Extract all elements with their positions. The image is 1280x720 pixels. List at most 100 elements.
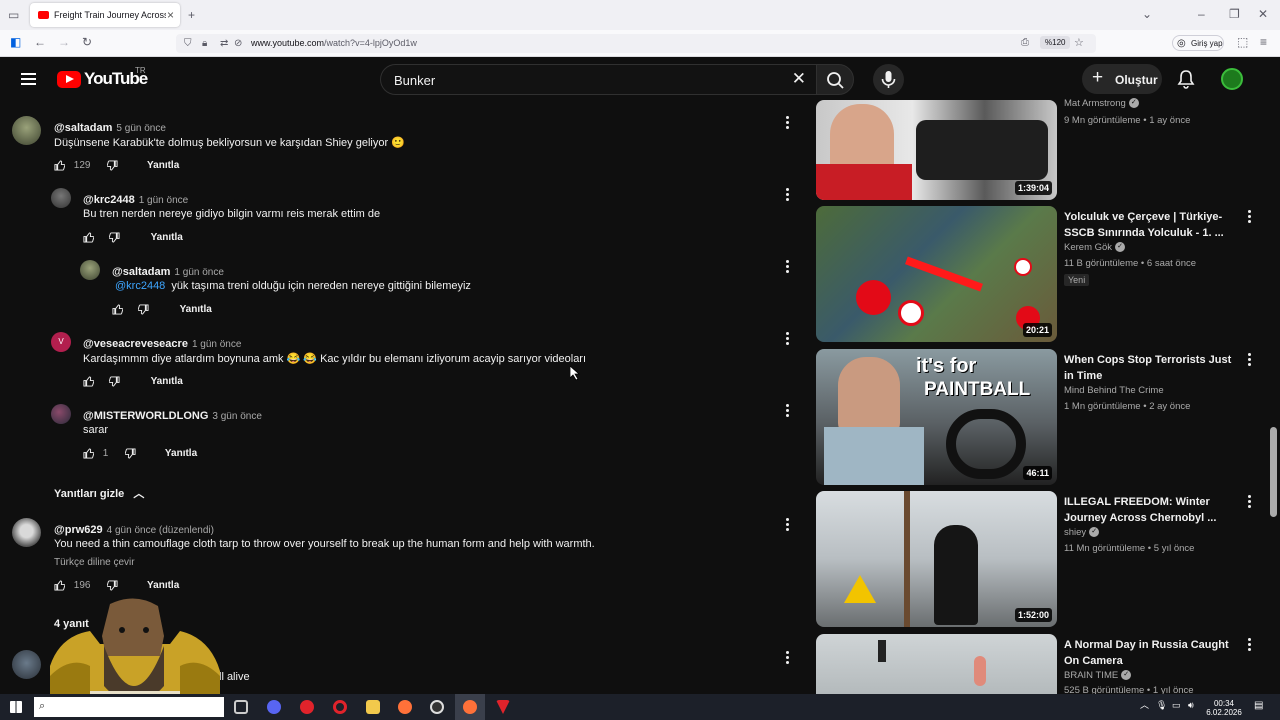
firefox-icon[interactable]	[398, 700, 412, 714]
avatar[interactable]	[51, 188, 71, 208]
reader-view-icon[interactable]: ⎙	[1021, 37, 1029, 49]
like-icon[interactable]	[83, 232, 94, 243]
reload-icon[interactable]: ↻	[82, 36, 92, 48]
page-scrollbar[interactable]	[1268, 57, 1280, 694]
recommended-video[interactable]: 1:39:04 Mat Armstrong ✓ 9 Mn görüntüleme …	[816, 64, 1280, 200]
sidebar-toggle-icon[interactable]: ◧	[10, 36, 21, 48]
video-title[interactable]: A Normal Day in Russia Caught On Camera	[1064, 637, 1242, 669]
channel-name[interactable]: Mat Armstrong ✓	[1064, 98, 1139, 109]
video-menu-icon[interactable]	[1247, 210, 1251, 224]
hamburger-menu-icon[interactable]	[21, 73, 36, 85]
tracking-shield-icon[interactable]: ⛉	[184, 38, 192, 50]
steam-icon[interactable]	[430, 700, 444, 714]
network-icon[interactable]: ▭	[1172, 701, 1181, 710]
tab-list-icon[interactable]: ▭	[8, 9, 19, 21]
recommended-video[interactable]: 20:21 Yolculuk ve Çerçeve | Türkiye-SSCB…	[816, 206, 1280, 342]
app-menu-icon[interactable]: ≡	[1260, 36, 1267, 48]
comment-menu-icon[interactable]	[785, 332, 789, 346]
reply-button[interactable]: Yanıtla	[165, 448, 197, 459]
windows-start-icon[interactable]	[10, 701, 22, 713]
lock-icon[interactable]: 🔒︎	[202, 38, 207, 50]
clear-search-icon[interactable]: ✕	[792, 69, 806, 89]
comment-menu-icon[interactable]	[785, 116, 789, 130]
video-thumbnail[interactable]: 1:39:04	[816, 100, 1057, 200]
translate-link[interactable]: Türkçe diline çevir	[54, 557, 135, 568]
video-thumbnail[interactable]: 1:52:00	[816, 491, 1057, 627]
channel-name[interactable]: BRAIN TIME ✓	[1064, 670, 1132, 681]
reply-button[interactable]: Yanıtla	[180, 304, 212, 315]
channel-name[interactable]: Mind Behind The Crime	[1064, 385, 1164, 396]
system-clock[interactable]: 00:34 6.02.2026	[1200, 699, 1248, 717]
scrollbar-thumb[interactable]	[1270, 427, 1277, 517]
comment-time[interactable]: 5 gün önce	[116, 123, 166, 134]
tab-overflow-chevron-icon[interactable]: ⌄	[1142, 8, 1152, 20]
file-explorer-icon[interactable]	[366, 700, 380, 714]
browser-tab-active[interactable]: Freight Train Journey Across No ×	[30, 3, 180, 27]
comment-menu-icon[interactable]	[785, 651, 789, 665]
comment-author[interactable]: @veseacreveseacre	[83, 338, 188, 350]
comment-time[interactable]: 3 gün önce	[212, 411, 262, 422]
comment-menu-icon[interactable]	[785, 188, 789, 202]
dislike-icon[interactable]	[107, 580, 118, 591]
tray-overflow-chevron-icon[interactable]: ︿	[1140, 701, 1149, 710]
reply-button[interactable]: Yanıtla	[151, 376, 183, 387]
reply-button[interactable]: Yanıtla	[147, 580, 179, 591]
close-window-icon[interactable]: ✕	[1258, 8, 1268, 20]
extensions-icon[interactable]: ⬚	[1237, 36, 1248, 48]
youtube-logo-icon[interactable]	[57, 71, 81, 88]
taskbar-search-box[interactable]: ⌕	[34, 697, 224, 717]
new-tab-icon[interactable]: +	[188, 9, 195, 21]
dislike-icon[interactable]	[137, 304, 149, 315]
mention-link[interactable]: @krc2448	[115, 280, 165, 292]
minimize-window-icon[interactable]: –	[1198, 8, 1205, 20]
comment-menu-icon[interactable]	[785, 404, 789, 418]
like-icon[interactable]	[83, 448, 94, 459]
reply-button[interactable]: Yanıtla	[147, 160, 179, 171]
zoom-level[interactable]: %120	[1040, 36, 1071, 49]
video-menu-icon[interactable]	[1247, 353, 1251, 367]
video-thumbnail[interactable]: 20:21	[816, 206, 1057, 342]
valorant-icon[interactable]	[496, 700, 510, 714]
recommended-video[interactable]: A Normal Day in Russia Caught On Camera …	[816, 634, 1280, 694]
avatar[interactable]	[12, 518, 41, 547]
task-view-icon[interactable]	[234, 700, 248, 714]
comment-author[interactable]: @MISTERWORLDLONG	[83, 410, 208, 422]
comment-time[interactable]: 1 gün önce	[139, 195, 189, 206]
bookmark-star-icon[interactable]: ☆	[1074, 37, 1084, 49]
dislike-icon[interactable]	[107, 160, 118, 171]
microphone-tray-icon[interactable]: 🎙︎	[1156, 701, 1167, 710]
search-input[interactable]: Bunker ✕	[380, 64, 816, 95]
notification-center-icon[interactable]: ▤	[1254, 701, 1263, 711]
video-title[interactable]: When Cops Stop Terrorists Just in Time	[1064, 352, 1242, 384]
avatar[interactable]: V	[51, 332, 71, 352]
comment-menu-icon[interactable]	[785, 260, 789, 274]
channel-name[interactable]: Kerem Gök ✓	[1064, 242, 1126, 253]
camera-off-icon[interactable]: ⊘	[234, 38, 242, 50]
comment-time[interactable]: 4 gün önce (düzenlendi)	[107, 525, 214, 536]
dislike-icon[interactable]	[125, 448, 136, 459]
video-title[interactable]: Yolculuk ve Çerçeve | Türkiye-SSCB Sınır…	[1064, 209, 1242, 241]
opera-gx-icon[interactable]	[333, 700, 347, 714]
recommended-video[interactable]: 1:52:00 ILLEGAL FREEDOM: Winter Journey …	[816, 491, 1280, 627]
comment-author[interactable]: @saltadam	[54, 122, 112, 134]
discord-icon[interactable]	[267, 700, 281, 714]
volume-icon[interactable]: 🔊︎	[1188, 701, 1194, 710]
firefox-active-icon[interactable]	[463, 700, 477, 714]
like-icon[interactable]	[83, 376, 94, 387]
avatar[interactable]	[51, 404, 71, 424]
channel-name[interactable]: shiey ✓	[1064, 527, 1100, 538]
close-tab-icon[interactable]: ×	[167, 8, 174, 22]
comment-time[interactable]: 1 gün önce	[174, 267, 224, 278]
dislike-icon[interactable]	[108, 376, 120, 387]
video-thumbnail[interactable]	[816, 634, 1057, 694]
forward-icon[interactable]: →	[58, 36, 70, 48]
comment-author[interactable]: @prw629	[54, 524, 103, 536]
reply-button[interactable]: Yanıtla	[151, 232, 183, 243]
dislike-icon[interactable]	[108, 232, 120, 243]
video-menu-icon[interactable]	[1247, 495, 1251, 509]
like-icon[interactable]	[54, 160, 65, 171]
signin-button[interactable]: ◎ Giriş yap	[1172, 35, 1224, 51]
video-title[interactable]: ILLEGAL FREEDOM: Winter Journey Across C…	[1064, 494, 1242, 526]
address-bar[interactable]: ⛉ 🔒︎ ⇄ ⊘ www.youtube.com/watch?v=4-lpjOy…	[176, 34, 1096, 53]
restore-window-icon[interactable]: ❐	[1229, 8, 1240, 20]
